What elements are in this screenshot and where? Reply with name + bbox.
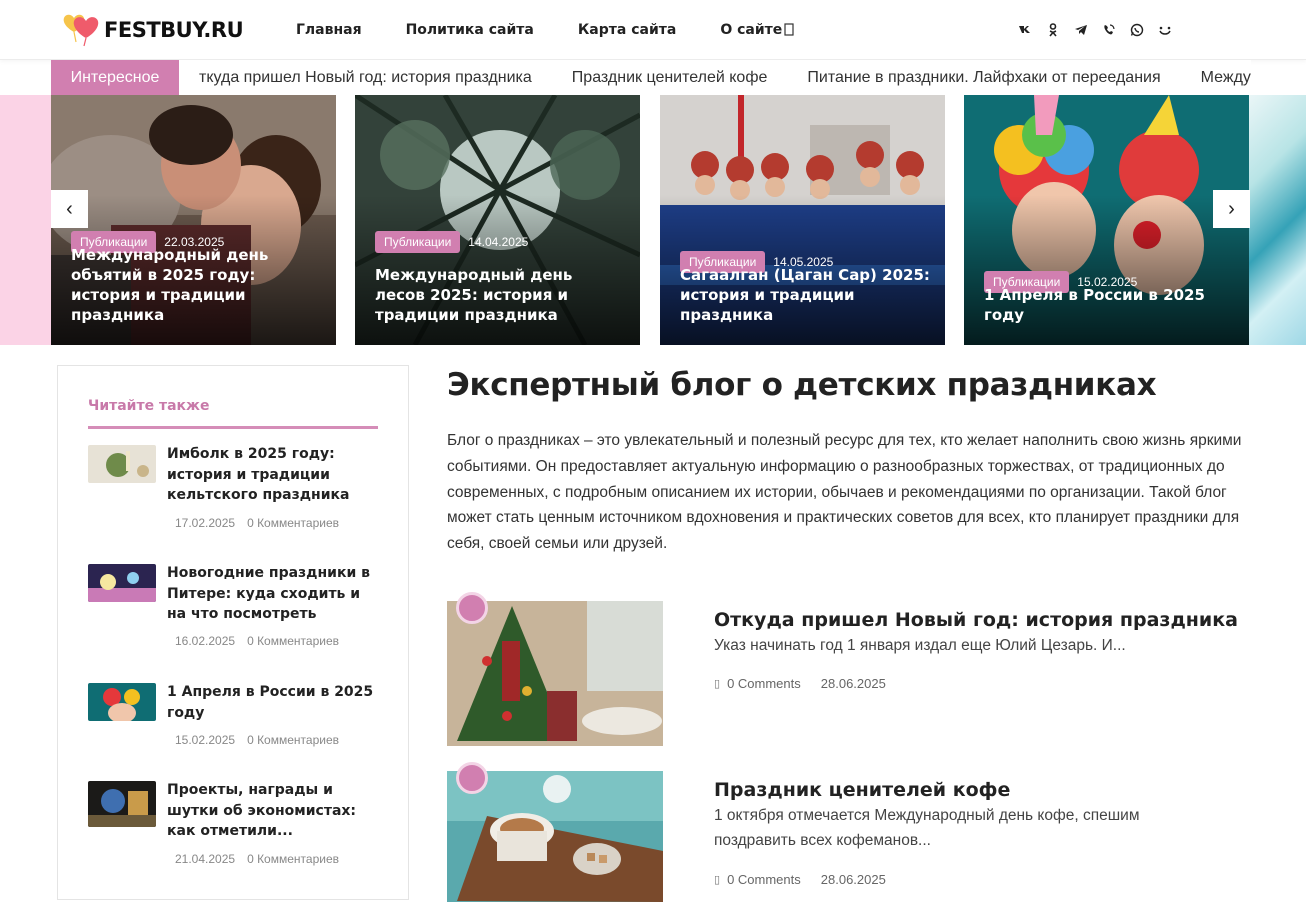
- page-title: Экспертный блог о детских праздниках: [447, 367, 1157, 403]
- intro-text: Блог о праздниках – это увлекательный и …: [447, 432, 1242, 553]
- side-post-date: 17.02.2025: [175, 516, 236, 530]
- ticker-item[interactable]: Праздник ценителей кофе: [572, 69, 768, 87]
- site-header: FESTBUY.RU Главная Политика сайта Карта …: [0, 0, 1306, 60]
- side-post-title[interactable]: 1 Апреля в России в 2025 году: [167, 682, 379, 723]
- post-excerpt: 1 октября отмечается Международный день …: [714, 807, 1140, 849]
- ticker-item[interactable]: ткуда пришел Новый год: история праздник…: [199, 69, 532, 87]
- chevron-left-icon: ‹: [66, 197, 73, 220]
- post-date: 28.06.2025: [820, 676, 886, 691]
- slide-title[interactable]: Международный день объятий в 2025 году: …: [71, 245, 322, 325]
- slide-title[interactable]: 1 Апреля в России в 2025 году: [984, 285, 1235, 325]
- slide-date: 14.04.2025: [468, 235, 529, 249]
- slide-hugs[interactable]: Публикации 22.03.2025 Международный день…: [51, 95, 336, 345]
- side-post-date: 16.02.2025: [175, 634, 236, 648]
- news-ticker: Интересное ткуда пришел Новый год: истор…: [51, 60, 1251, 95]
- whatsapp-icon[interactable]: [1128, 20, 1146, 40]
- vk-icon[interactable]: [1016, 20, 1034, 40]
- side-post-date: 15.02.2025: [175, 733, 236, 747]
- chevron-right-icon: ›: [1228, 197, 1235, 220]
- post-comments[interactable]: 0 Comments: [727, 872, 801, 887]
- camera-icon: [456, 592, 488, 624]
- ticker-label: Интересное: [51, 60, 179, 95]
- side-post-comments[interactable]: 0 Комментариев: [247, 733, 339, 747]
- side-post-title[interactable]: Новогодние праздники в Питере: куда сход…: [167, 563, 379, 625]
- side-post-comments[interactable]: 0 Комментариев: [247, 516, 339, 530]
- mail-icon[interactable]: [1156, 20, 1174, 40]
- nav-sitemap[interactable]: Карта сайта: [578, 22, 676, 38]
- odnoklassniki-icon[interactable]: [1044, 20, 1062, 40]
- main-nav: Главная Политика сайта Карта сайта О сай…: [296, 0, 826, 60]
- post-thumbnail[interactable]: [88, 445, 156, 483]
- category-badge[interactable]: Публикации: [375, 231, 461, 253]
- post-date: 28.06.2025: [820, 872, 886, 887]
- sidebar-title: Читайте также: [88, 398, 210, 414]
- ticker-item[interactable]: Между: [1201, 69, 1251, 87]
- telegram-icon[interactable]: [1072, 20, 1090, 40]
- ticker-item[interactable]: Питание в праздники. Лайфхаки от перееда…: [807, 69, 1160, 87]
- slider-peek-right: [1249, 95, 1306, 345]
- slide-title[interactable]: Сагаалган (Цаган Сар) 2025: история и тр…: [680, 265, 931, 325]
- viber-icon[interactable]: [1100, 20, 1118, 40]
- slide-title[interactable]: Международный день лесов 2025: история и…: [375, 265, 626, 325]
- featured-slider: Публикации 22.03.2025 Международный день…: [0, 95, 1306, 345]
- post-thumbnail[interactable]: [88, 781, 156, 827]
- post-thumbnail[interactable]: [88, 564, 156, 602]
- slider-next-button[interactable]: ›: [1213, 190, 1250, 228]
- nav-home[interactable]: Главная: [296, 22, 362, 38]
- side-post-comments[interactable]: 0 Комментариев: [247, 852, 339, 866]
- slide-sagaalgan[interactable]: Публикации 14.05.2025 Сагаалган (Цаган С…: [660, 95, 945, 345]
- slide-april-fools[interactable]: Публикации 15.02.2025 1 Апреля в России …: [964, 95, 1249, 345]
- post-image[interactable]: [447, 601, 663, 746]
- post-comments[interactable]: 0 Comments: [727, 676, 801, 691]
- site-logo[interactable]: FESTBUY.RU: [62, 12, 244, 48]
- ticker-track: ткуда пришел Новый год: история праздник…: [199, 60, 1251, 95]
- sidebar-read-also: Читайте также Имболк в 2025 году: истори…: [57, 365, 409, 900]
- comment-icon: ▯: [714, 678, 721, 690]
- social-links: [1016, 20, 1184, 40]
- slider-prev-button[interactable]: ‹: [51, 190, 88, 228]
- comment-icon: ▯: [714, 874, 721, 886]
- side-post-title[interactable]: Имболк в 2025 году: история и традиции к…: [167, 444, 379, 506]
- sidebar-divider: [88, 426, 378, 429]
- search-icon[interactable]: [783, 23, 797, 37]
- side-post-comments[interactable]: 0 Комментариев: [247, 634, 339, 648]
- nav-policy[interactable]: Политика сайта: [406, 22, 534, 38]
- post-title[interactable]: Откуда пришел Новый год: история праздни…: [714, 609, 1238, 631]
- heart-balloon-icon: [62, 12, 102, 48]
- side-post-title[interactable]: Проекты, награды и шутки об экономистах:…: [167, 780, 379, 842]
- nav-about[interactable]: О сайте: [720, 22, 782, 38]
- slider-peek-left: [0, 95, 51, 345]
- slide-forests[interactable]: Публикации 14.04.2025 Международный день…: [355, 95, 640, 345]
- logo-text: FESTBUY.RU: [104, 18, 244, 42]
- post-title[interactable]: Праздник ценителей кофе: [714, 779, 1010, 801]
- camera-icon: [456, 762, 488, 794]
- side-post-date: 21.04.2025: [175, 852, 236, 866]
- post-thumbnail[interactable]: [88, 683, 156, 721]
- post-excerpt: Указ начинать год 1 января издал еще Юли…: [714, 637, 1126, 654]
